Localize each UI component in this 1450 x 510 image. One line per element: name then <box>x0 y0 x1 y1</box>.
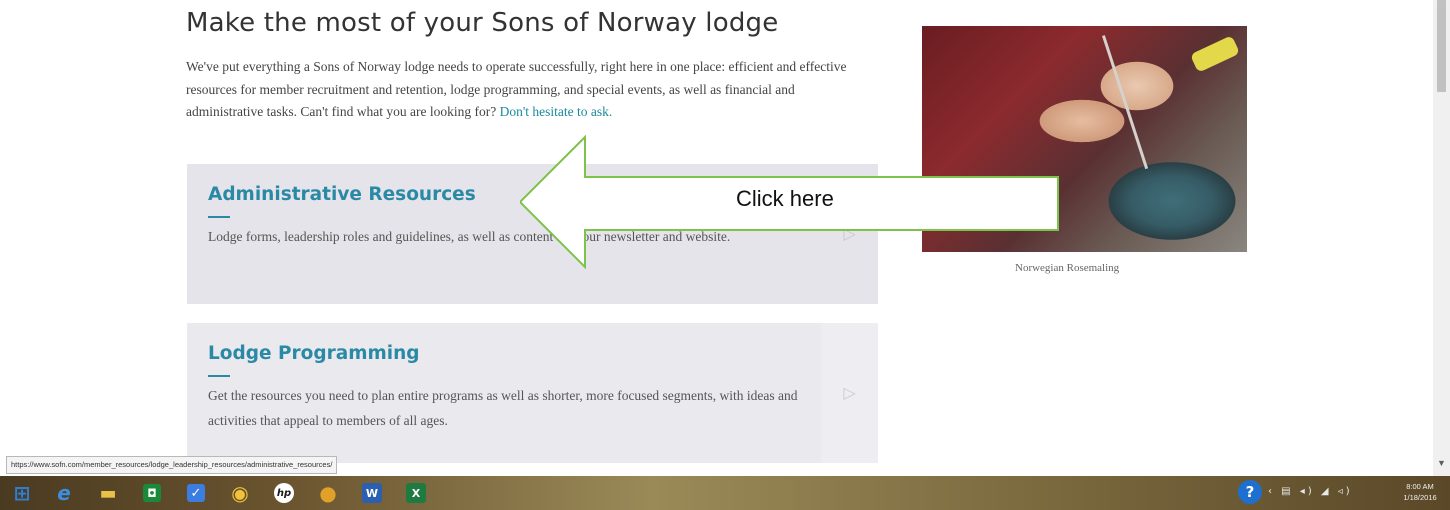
card-title[interactable]: Lodge Programming <box>208 343 420 364</box>
card-title[interactable]: Administrative Resources <box>208 184 476 205</box>
internet-explorer-icon[interactable]: e <box>44 479 84 507</box>
wristband <box>1189 35 1241 73</box>
chrome-icon[interactable]: ● <box>308 479 348 507</box>
page-title: Make the most of your Sons of Norway lod… <box>186 8 779 38</box>
ie-glyph: e <box>57 481 71 505</box>
windows-start-icon[interactable]: ⊞ <box>2 479 42 507</box>
hp-icon[interactable]: hp <box>264 479 304 507</box>
title-underline <box>208 375 230 377</box>
play-arrow-icon[interactable]: ▷ <box>821 323 878 463</box>
intro-paragraph: We've put everything a Sons of Norway lo… <box>186 56 866 124</box>
click-here-label: Click here <box>736 186 834 211</box>
store-glyph: ◘ <box>143 484 161 502</box>
media-glyph: ◉ <box>231 481 249 505</box>
web-page: Make the most of your Sons of Norway lod… <box>0 0 1450 476</box>
word-icon[interactable]: W <box>352 479 392 507</box>
paintbrush <box>1102 35 1149 170</box>
vertical-scrollbar[interactable]: ▼ <box>1433 0 1450 476</box>
hp-glyph: hp <box>274 483 294 503</box>
file-explorer-icon[interactable]: ▬ <box>88 479 128 507</box>
help-icon[interactable]: ? <box>1238 480 1262 504</box>
title-underline <box>208 216 230 218</box>
word-glyph: W <box>362 483 382 503</box>
store-icon[interactable]: ◘ <box>132 479 172 507</box>
clock-time: 8:00 AM <box>1406 482 1434 491</box>
clock-date: 1/18/2016 <box>1403 493 1437 502</box>
taskbar-clock[interactable]: 8:00 AM 1/18/2016 <box>1394 481 1446 503</box>
system-tray-icons[interactable]: ‹ ▤ ◂) ◢ ◃) <box>1268 486 1353 497</box>
windows-start-glyph: ⊞ <box>13 481 31 505</box>
status-bar-url: https://www.sofn.com/member_resources/lo… <box>6 456 338 474</box>
lodge-programming-card[interactable]: Lodge Programming Get the resources you … <box>187 323 878 463</box>
windows-taskbar: ⊞ e ▬ ◘ ✓ ◉ hp ● W X <box>0 476 1450 510</box>
scroll-down-arrow-icon[interactable]: ▼ <box>1437 458 1446 468</box>
scrollbar-thumb[interactable] <box>1437 0 1446 92</box>
ask-link[interactable]: Don't hesitate to ask. <box>500 104 613 119</box>
check-glyph: ✓ <box>187 484 205 502</box>
media-icon[interactable]: ◉ <box>220 479 260 507</box>
card-description: Get the resources you need to plan entir… <box>208 388 798 428</box>
excel-glyph: X <box>406 483 426 503</box>
app-check-icon[interactable]: ✓ <box>176 479 216 507</box>
folder-glyph: ▬ <box>99 482 117 504</box>
excel-icon[interactable]: X <box>396 479 436 507</box>
chrome-glyph: ● <box>319 481 337 505</box>
